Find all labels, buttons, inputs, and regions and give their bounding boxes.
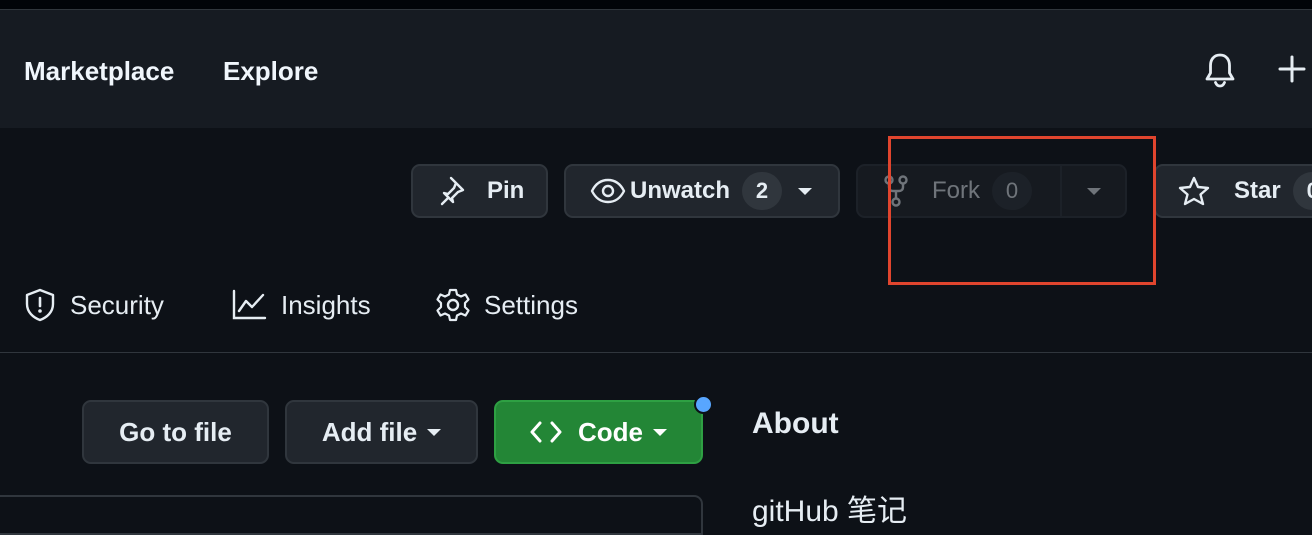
chevron-down-icon <box>798 187 813 195</box>
star-button[interactable]: Star 0 <box>1154 164 1312 218</box>
unwatch-label: Unwatch <box>630 177 731 204</box>
add-file-button[interactable]: Add file <box>285 400 478 464</box>
stars-count: 0 <box>1292 172 1312 210</box>
code-label: Code <box>578 416 643 447</box>
unwatch-button[interactable]: Unwatch 2 <box>564 164 840 218</box>
chevron-down-icon <box>653 428 667 436</box>
tab-settings-label: Settings <box>484 289 578 320</box>
watchers-count: 2 <box>742 172 783 210</box>
tab-insights[interactable]: Insights <box>231 285 371 325</box>
window-top-strip <box>0 0 1312 10</box>
tab-security[interactable]: Security <box>24 285 164 325</box>
go-to-file-button[interactable]: Go to file <box>82 400 269 464</box>
pin-icon <box>439 175 471 207</box>
code-icon <box>530 421 562 443</box>
tab-security-label: Security <box>70 289 164 320</box>
graph-icon <box>231 289 267 321</box>
global-header: Marketplace Explore <box>0 10 1312 128</box>
file-list-box <box>0 495 703 535</box>
star-label: Star <box>1234 177 1281 204</box>
tab-settings[interactable]: Settings <box>436 285 578 325</box>
nav-marketplace[interactable]: Marketplace <box>24 56 174 87</box>
plus-icon[interactable] <box>1278 55 1306 88</box>
star-icon <box>1178 176 1210 206</box>
pin-button[interactable]: Pin <box>411 164 548 218</box>
nav-explore[interactable]: Explore <box>223 56 318 87</box>
tab-insights-label: Insights <box>281 289 371 320</box>
annotation-highlight-box <box>888 136 1156 285</box>
about-heading: About <box>752 407 839 440</box>
add-file-label: Add file <box>321 416 418 447</box>
chevron-down-icon <box>427 428 442 436</box>
about-description: gitHub 笔记 <box>752 495 908 528</box>
shield-icon <box>24 288 56 322</box>
eye-icon <box>590 177 626 205</box>
bell-icon[interactable] <box>1204 52 1236 93</box>
pin-label: Pin <box>487 177 525 204</box>
code-button[interactable]: Code <box>494 400 703 464</box>
notification-dot <box>694 395 713 414</box>
gear-icon <box>436 288 470 322</box>
